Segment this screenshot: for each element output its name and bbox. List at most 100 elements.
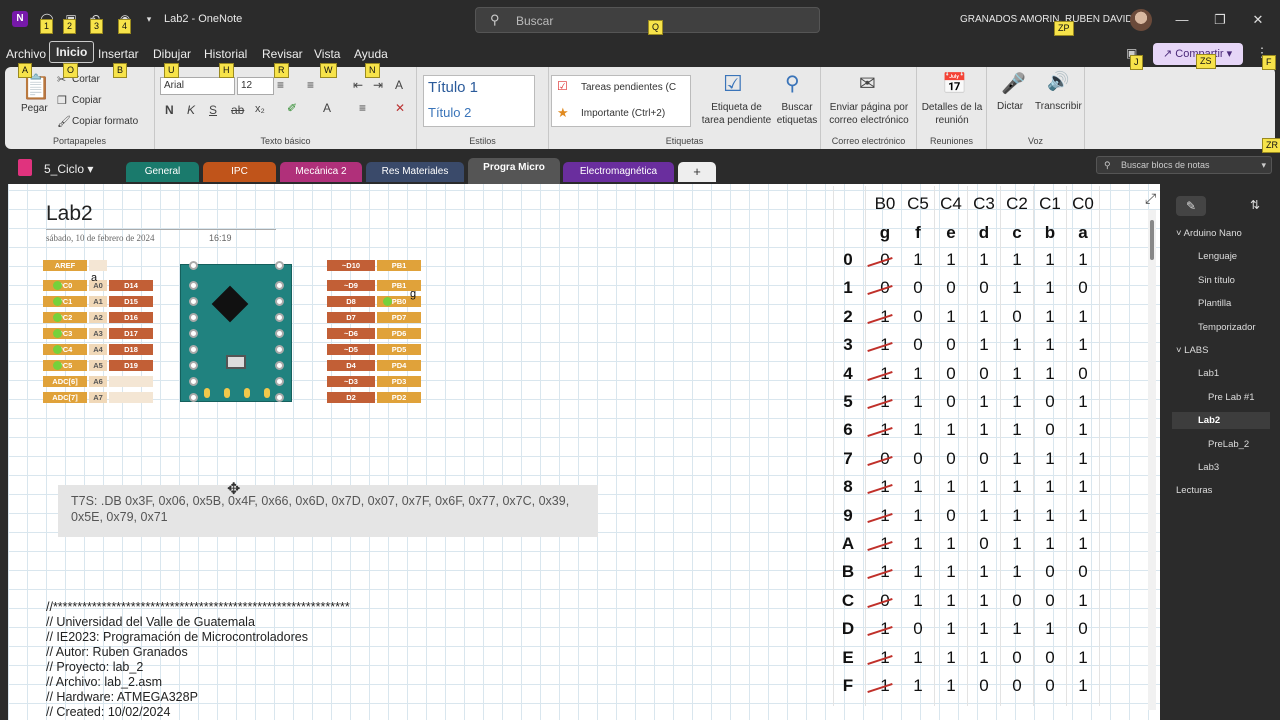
align-icon[interactable]: ≡ [359,101,366,115]
decrease-indent-icon[interactable]: ⇤ [353,78,363,92]
email-page-button[interactable]: Enviar página por correo electrónico [825,101,913,127]
todo-tag-icon[interactable]: ☑ [723,71,743,97]
arduino-nano-pinout-image[interactable]: AREF PC0 A0 D14 PC1 A1 D15 PC2 A2 D16 PC3 A3 D17 PC4 A… [43,260,421,404]
avatar[interactable] [1130,9,1152,31]
table-cell: 1 [1012,448,1022,468]
page-list-item[interactable]: Pre Lab #1 [1208,392,1254,403]
section-tab-progra-micro[interactable]: Progra Micro [468,158,560,184]
paste-button[interactable]: Pegar [21,103,48,114]
strikethrough-icon[interactable]: ab [231,103,244,117]
menu-ayuda[interactable]: Ayuda [354,47,388,61]
pin-label: D15 [109,296,153,307]
page-list-item[interactable]: Lecturas [1176,485,1212,496]
find-tags-button[interactable]: Buscar etiquetas [775,101,819,127]
italic-icon[interactable]: K [187,103,195,117]
font-color-icon[interactable]: A [323,101,331,115]
page-list-item[interactable]: ˅ LABS [1176,345,1208,356]
menu-vista[interactable]: Vista [314,47,340,61]
menu-archivo[interactable]: Archivo [6,47,46,61]
section-tab-mecanica[interactable]: Mecánica 2 [280,162,362,182]
meeting-details-button[interactable]: Detalles de la reunión [921,101,983,127]
tag-important[interactable]: Importante (Ctrl+2) [581,108,665,119]
close-icon[interactable]: ✕ [1248,10,1268,30]
table-cell: 0 [946,505,956,525]
page-list-item[interactable]: Lab1 [1198,368,1219,379]
page-list-item[interactable]: Lab3 [1198,462,1219,473]
page-canvas[interactable]: Lab2 sábado, 10 de febrero de 2024 16:19… [8,184,1160,720]
seven-segment-table[interactable]: B0C5C4C3C2C1C0gfedcba0011111110000110210… [833,184,1133,720]
section-tab-general[interactable]: General [126,162,199,182]
menu-inicio[interactable]: Inicio [49,41,95,63]
tag-todo[interactable]: Tareas pendientes (C [581,82,676,93]
menu-dibujar[interactable]: Dibujar [153,47,191,61]
keytip: ZS [1196,54,1216,69]
page-list-item[interactable]: Plantilla [1198,298,1231,309]
clear-format-icon[interactable]: A [395,78,403,92]
scrollbar-thumb[interactable] [1150,220,1154,260]
format-painter-button[interactable]: Copiar formato [72,116,138,127]
todo-tag-button[interactable]: Etiqueta de tarea pendiente [699,101,774,127]
user-name[interactable]: GRANADOS AMORIN, RUBEN DAVID [960,14,1133,25]
page-list-item[interactable]: Temporizador [1198,322,1256,333]
transcribe-icon[interactable]: 🔊 [1047,71,1069,92]
page-list-item[interactable]: Sin título [1198,275,1235,286]
move-handle-icon[interactable]: ✥ [227,479,240,499]
table-gridline [1099,186,1100,706]
subscript-icon[interactable]: x₂ [255,103,265,115]
style-heading1[interactable]: Título 1 [428,79,478,96]
keytip: J [1130,55,1143,70]
table-cell: 1 [1012,420,1022,440]
add-page-icon[interactable]: ✎ [1176,196,1206,216]
pin-label: PC3 [43,328,87,339]
font-size-select[interactable]: 12 [237,77,274,95]
notebook-selector[interactable]: 5_Ciclo ▾ [44,162,93,176]
customize-qat-icon[interactable]: ▾ [142,12,156,26]
checkbox-icon[interactable]: ☑ [557,79,568,93]
find-tags-icon[interactable]: ⚲ [785,71,800,96]
add-section-button[interactable]: + [678,162,716,182]
page-list-item[interactable]: ˅ Arduino Nano [1176,228,1242,239]
increase-indent-icon[interactable]: ⇥ [373,78,383,92]
copy-icon[interactable]: ❐ [57,94,67,107]
page-title[interactable]: Lab2 [46,202,93,226]
vertical-scrollbar[interactable] [1148,210,1156,710]
bold-icon[interactable]: N [165,103,174,117]
copy-button[interactable]: Copiar [72,95,101,106]
table-cell: 1 [1045,477,1055,497]
code-table-line[interactable]: T7S: .DB 0x3F, 0x06, 0x5B, 0x4F, 0x66, 0… [71,493,596,525]
section-tab-ipc[interactable]: IPC [203,162,276,182]
section-tab-res-materiales[interactable]: Res Materiales [366,162,464,182]
menu-historial[interactable]: Historial [204,47,247,61]
pin-label: A1 [89,296,107,307]
email-icon[interactable]: ✉ [859,71,876,96]
page-list-item[interactable]: Lenguaje [1198,251,1237,262]
delete-icon[interactable]: ✕ [395,101,405,115]
numbering-icon[interactable]: ≡ [307,78,314,92]
section-tab-electromagnetica[interactable]: Electromagnética [563,162,674,182]
style-heading2[interactable]: Título 2 [428,105,471,120]
bullets-icon[interactable]: ≡ [277,78,284,92]
transcribe-button[interactable]: Transcribir [1035,101,1082,112]
sort-icon[interactable]: ⇅ [1250,198,1260,212]
calendar-icon[interactable]: 📅 [942,71,967,96]
maximize-icon[interactable]: ❐ [1210,10,1230,30]
notebook-search[interactable]: ⚲ Buscar blocs de notas ▾ [1096,156,1272,174]
pin-hole [189,393,198,402]
page-list-item[interactable]: PreLab_2 [1208,439,1249,450]
highlight-icon[interactable]: ✐ [287,101,297,115]
page-list-item[interactable]: Lab2 [1172,412,1270,430]
microphone-icon[interactable]: 🎤 [1001,71,1026,96]
table-cell: 0 [1045,392,1055,411]
menu-insertar[interactable]: Insertar [98,47,139,61]
expand-icon[interactable]: ⤢ [1145,190,1156,207]
minimize-icon[interactable]: — [1172,10,1192,30]
code-header-comment[interactable]: //**************************************… [46,600,350,720]
keytip: ZP [1054,21,1074,36]
star-icon[interactable]: ★ [557,105,569,121]
font-family-select[interactable]: Arial [160,77,235,95]
underline-icon[interactable]: S [209,103,217,117]
menu-revisar[interactable]: Revisar [262,47,303,61]
format-painter-icon[interactable]: 🖌 [57,115,71,128]
dictate-button[interactable]: Dictar [997,101,1023,112]
code-note-container[interactable]: T7S: .DB 0x3F, 0x06, 0x5B, 0x4F, 0x66, 0… [58,485,598,537]
